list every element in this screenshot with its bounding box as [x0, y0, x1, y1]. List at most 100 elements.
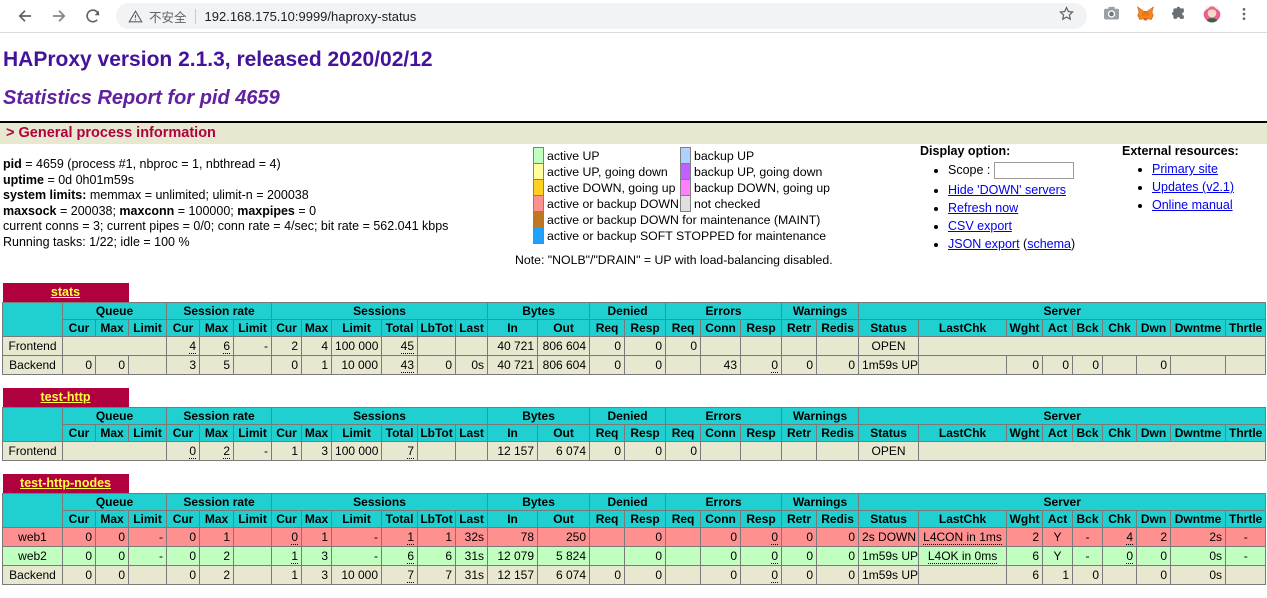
table-cell: -	[1226, 528, 1266, 547]
table-cell	[666, 356, 701, 375]
haproxy-version-link[interactable]: HAProxy version 2.1.3, released 2020/02/…	[3, 48, 433, 71]
table-row-test-http-nodes-backend: Backend00021310 0007731s12 1576 07400000…	[3, 566, 1266, 585]
table-cell: 12 079	[488, 547, 538, 566]
legend-label: active or backup DOWN for maintenance (M…	[547, 213, 820, 227]
column-group-session-rate: Session rate	[167, 303, 272, 320]
table-cell: 3	[167, 356, 200, 375]
list-item: Updates (v2.1)	[1152, 180, 1267, 194]
bookmark-star-icon[interactable]	[1058, 5, 1075, 27]
link-updates-v2-1[interactable]: Updates (v2.1)	[1152, 180, 1234, 194]
column-header-max: Max	[302, 511, 332, 528]
reload-icon[interactable]	[81, 4, 105, 28]
proxy-name-link-stats[interactable]: stats	[51, 285, 80, 299]
column-header-bck: Bck	[1073, 511, 1103, 528]
table-cell: 1	[272, 442, 302, 461]
column-group-bytes: Bytes	[488, 303, 590, 320]
extension-area	[1095, 4, 1259, 29]
table-cell: 4	[302, 337, 332, 356]
table-cell: 0s	[1171, 566, 1226, 585]
forward-icon[interactable]	[47, 4, 71, 28]
table-cell	[456, 337, 488, 356]
general-info-area: pid = 4659 (process #1, nbproc = 1, nbth…	[0, 144, 1267, 270]
column-header-lastchk: LastChk	[919, 425, 1007, 442]
column-header-retr: Retr	[782, 320, 817, 337]
group-header-row: QueueSession rateSessionsBytesDeniedErro…	[3, 494, 1266, 511]
proxy-table-test-http: test-httpQueueSession rateSessionsBytesD…	[2, 388, 1266, 461]
address-bar[interactable]: 不安全 192.168.175.10:9999/haproxy-status	[116, 3, 1087, 29]
row-label: Backend	[3, 356, 63, 375]
table-cell	[919, 442, 1266, 461]
display-option-title: Display option:	[918, 144, 1118, 158]
column-group-server: Server	[859, 408, 1266, 425]
proxy-name-cell: test-http-nodes	[3, 474, 129, 494]
proxy-title-filler	[129, 474, 1266, 494]
table-cell: 0	[741, 547, 782, 566]
url-text[interactable]: 192.168.175.10:9999/haproxy-status	[205, 9, 1058, 24]
column-header-cur: Cur	[167, 511, 200, 528]
link-hide-down-servers[interactable]: Hide 'DOWN' servers	[948, 183, 1066, 197]
extensions-puzzle-icon[interactable]	[1170, 5, 1188, 28]
table-cell	[234, 528, 272, 547]
column-group-server: Server	[859, 494, 1266, 511]
legend-swatch-backup-up	[680, 147, 691, 164]
table-cell: 0	[167, 528, 200, 547]
column-header-resp: Resp	[625, 511, 666, 528]
metamask-fox-icon[interactable]	[1135, 4, 1156, 29]
back-icon[interactable]	[13, 4, 37, 28]
list-item: Refresh now	[948, 201, 1118, 215]
column-header-cur: Cur	[63, 320, 96, 337]
column-header-in: In	[488, 320, 538, 337]
profile-avatar[interactable]	[1202, 4, 1222, 29]
table-cell: 0	[167, 566, 200, 585]
column-group-denied: Denied	[590, 303, 666, 320]
table-cell: 3	[302, 442, 332, 461]
display-option-panel: Display option: Scope : Hide 'DOWN' serv…	[918, 144, 1118, 255]
table-cell: 6 074	[538, 442, 590, 461]
table-cell: 0	[1103, 547, 1137, 566]
column-header-lastchk: LastChk	[919, 320, 1007, 337]
column-header-out: Out	[538, 320, 590, 337]
legend-label: active or backup DOWN	[547, 197, 679, 211]
link-refresh-now[interactable]: Refresh now	[948, 201, 1018, 215]
table-cell: 5	[200, 356, 234, 375]
table-cell: 0	[96, 356, 129, 375]
table-cell	[234, 356, 272, 375]
column-group-sessions: Sessions	[272, 303, 488, 320]
table-cell	[1171, 356, 1226, 375]
scope-input[interactable]	[994, 162, 1074, 179]
table-cell	[63, 442, 167, 461]
column-header-resp: Resp	[741, 320, 782, 337]
link-primary-site[interactable]: Primary site	[1152, 162, 1218, 176]
proxy-name-link-test-http-nodes[interactable]: test-http-nodes	[20, 476, 111, 490]
table-cell: Y	[1043, 528, 1073, 547]
security-label[interactable]: 不安全	[149, 7, 187, 26]
link-csv-export[interactable]: CSV export	[948, 219, 1012, 233]
menu-dots-icon[interactable]	[1236, 5, 1252, 28]
table-cell: 0	[1137, 547, 1171, 566]
proxy-name-link-test-http[interactable]: test-http	[41, 390, 91, 404]
camera-extension-icon[interactable]	[1102, 4, 1121, 28]
table-cell: 43	[701, 356, 741, 375]
statistics-report-link[interactable]: Statistics Report for pid 4659	[3, 87, 280, 109]
column-header-resp: Resp	[625, 425, 666, 442]
table-cell: 0	[817, 356, 859, 375]
link-json-export[interactable]: JSON export	[948, 237, 1020, 251]
column-header-retr: Retr	[782, 425, 817, 442]
process-info-line: system limits: memmax = unlimited; ulimi…	[3, 188, 448, 204]
link-schema[interactable]: schema	[1027, 237, 1071, 251]
table-cell: 0	[590, 356, 625, 375]
column-header-limit: Limit	[234, 320, 272, 337]
table-cell: 0	[167, 442, 200, 461]
column-header-limit: Limit	[332, 511, 382, 528]
table-cell: 1	[418, 528, 456, 547]
table-cell: 0	[782, 356, 817, 375]
legend-swatch-active-or-backup-soft-stopped-for-maintenance	[533, 227, 544, 244]
column-header-limit: Limit	[234, 511, 272, 528]
table-cell: 31s	[456, 547, 488, 566]
table-cell: -	[129, 528, 167, 547]
legend-note: Note: "NOLB"/"DRAIN" = UP with load-bala…	[515, 253, 833, 267]
table-cell: 806 604	[538, 337, 590, 356]
column-header-chk: Chk	[1103, 425, 1137, 442]
column-header-req: Req	[666, 320, 701, 337]
link-online-manual[interactable]: Online manual	[1152, 198, 1233, 212]
